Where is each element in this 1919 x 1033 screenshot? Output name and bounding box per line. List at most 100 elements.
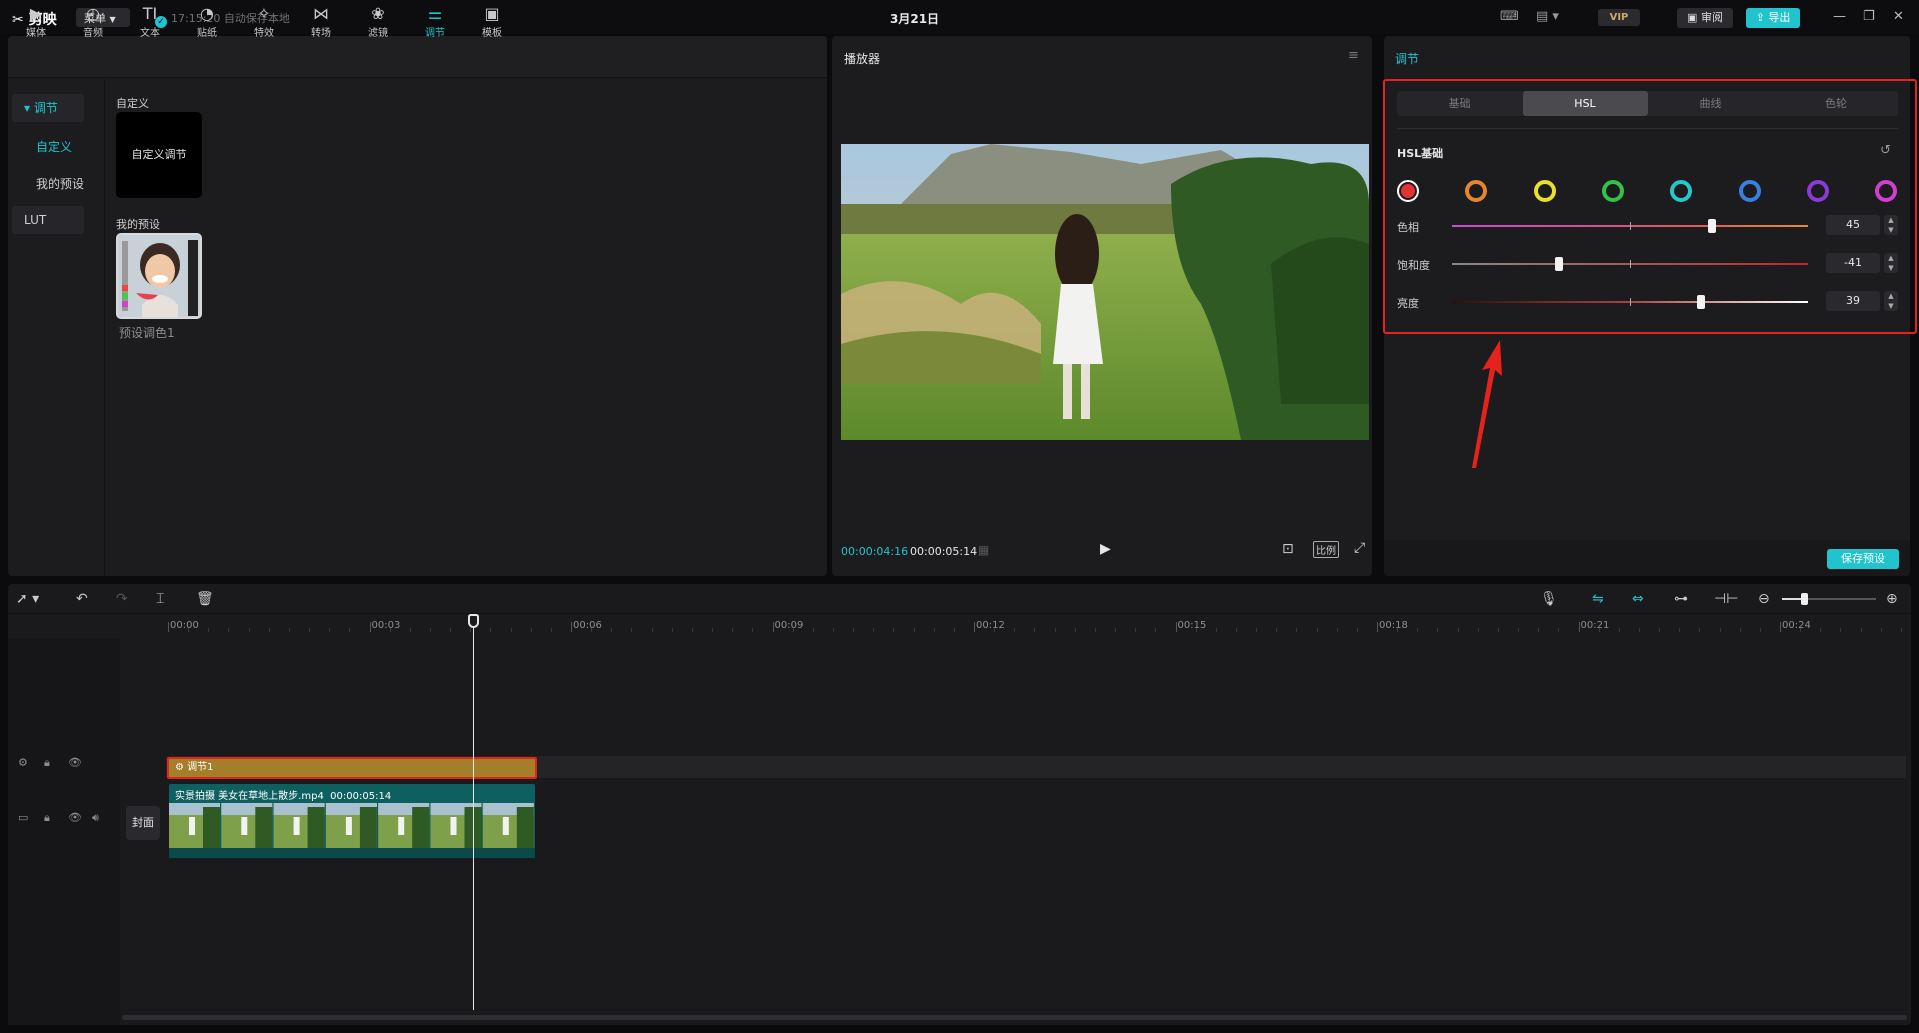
ruler-minor-tick bbox=[1155, 628, 1157, 632]
text-icon: TI bbox=[142, 4, 158, 23]
clip-frame bbox=[482, 803, 534, 848]
ruler-minor-tick bbox=[691, 628, 693, 632]
tool-template[interactable]: ▣ 模板 bbox=[469, 4, 515, 39]
lock-icon[interactable]: 🔒︎ bbox=[44, 811, 50, 825]
ruler-minor-tick bbox=[1195, 628, 1197, 632]
eye-icon[interactable]: 👁︎ bbox=[68, 811, 82, 824]
review-button[interactable]: ▣ 审阅 bbox=[1677, 8, 1733, 28]
clip-frame bbox=[273, 803, 325, 848]
ruler-minor-tick bbox=[510, 628, 512, 632]
ruler-label: 00:09 bbox=[774, 620, 804, 631]
custom-adjust-card[interactable]: 自定义调节 bbox=[116, 112, 202, 198]
eye-icon[interactable]: 👁︎ bbox=[68, 756, 82, 769]
ruler-minor-tick bbox=[208, 628, 210, 632]
ruler-minor-tick bbox=[309, 628, 311, 632]
sticker-icon: ◔ bbox=[200, 4, 214, 23]
keyboard-icon[interactable]: ⌨ bbox=[1500, 9, 1519, 24]
ruler-minor-tick bbox=[712, 628, 714, 632]
tool-adjust[interactable]: ⚌ 调节 bbox=[412, 4, 458, 39]
preview-axis-icon[interactable]: ⊣⊢ bbox=[1714, 591, 1738, 607]
ruler-minor-tick bbox=[832, 628, 834, 632]
ruler-minor-tick bbox=[1054, 628, 1056, 632]
ruler-label: 00:00 bbox=[170, 620, 199, 631]
project-title: 3月21日 bbox=[890, 12, 940, 26]
ruler-minor-tick bbox=[1235, 628, 1237, 632]
undo-icon[interactable]: ↶ bbox=[76, 591, 88, 607]
save-preset-button[interactable]: 保存预设 bbox=[1827, 549, 1899, 569]
nav-adjust-group[interactable]: ▾ 调节 bbox=[12, 94, 84, 122]
tool-filter[interactable]: ❀ 滤镜 bbox=[355, 4, 401, 39]
tool-transition[interactable]: ⋈ 转场 bbox=[298, 4, 344, 39]
ruler-label: 00:24 bbox=[1782, 620, 1811, 631]
ruler-minor-tick bbox=[1759, 628, 1761, 632]
nav-lut[interactable]: LUT bbox=[12, 206, 84, 234]
cover-button[interactable]: 封面 bbox=[126, 806, 160, 840]
ruler-minor-tick bbox=[873, 628, 875, 632]
expand-icon[interactable]: ⤢ bbox=[1354, 540, 1365, 556]
ruler-minor-tick bbox=[1719, 628, 1721, 632]
adjust-clip[interactable]: ⚙ 调节1 bbox=[167, 757, 537, 779]
hamburger-icon[interactable]: ≡ bbox=[1348, 48, 1359, 63]
playhead-line bbox=[473, 620, 474, 1010]
ruler-minor-tick bbox=[1477, 628, 1479, 632]
ratio-button[interactable]: 比例 bbox=[1313, 541, 1339, 558]
ruler-minor-tick bbox=[550, 628, 552, 632]
ruler-minor-tick bbox=[429, 628, 431, 632]
ruler-minor-tick bbox=[1115, 628, 1117, 632]
nav-custom[interactable]: 自定义 bbox=[36, 138, 72, 155]
link-icon[interactable]: ⊶ bbox=[1674, 591, 1688, 607]
ruler-label: 00:18 bbox=[1379, 620, 1408, 631]
close-icon[interactable]: ✕ bbox=[1893, 9, 1904, 24]
auto-snap-icon[interactable]: ⇔ bbox=[1632, 591, 1644, 607]
video-clip[interactable]: 实景拍摄 美女在草地上散步.mp4 00:00:05:14 bbox=[169, 784, 535, 858]
ruler-minor-tick bbox=[1356, 628, 1358, 632]
clip-frame bbox=[169, 803, 220, 848]
select-tool-icon[interactable]: ➚ ▾ bbox=[16, 591, 39, 607]
lock-icon[interactable]: 🔒︎ bbox=[44, 756, 50, 770]
ruler-minor-tick bbox=[1518, 628, 1520, 632]
tool-media[interactable]: ▶ 媒体 bbox=[13, 4, 59, 39]
delete-icon[interactable]: 🗑 bbox=[196, 591, 214, 607]
volume-icon[interactable]: 🔊︎ bbox=[92, 811, 99, 825]
ruler-minor-tick bbox=[409, 628, 411, 632]
category-toolbar bbox=[8, 36, 827, 78]
ruler-minor-tick bbox=[470, 628, 472, 632]
tool-label: 调节 bbox=[425, 28, 445, 39]
zoom-in-icon[interactable]: ⊕ bbox=[1886, 591, 1898, 607]
export-button[interactable]: ⇪ 导出 bbox=[1746, 8, 1800, 28]
minimize-icon[interactable]: — bbox=[1833, 9, 1846, 24]
tool-label: 滤镜 bbox=[368, 28, 388, 39]
fullscreen-preview-icon[interactable]: ⊡ bbox=[1282, 541, 1294, 557]
ruler-tick bbox=[1780, 622, 1781, 632]
tool-effects[interactable]: ✧ 特效 bbox=[241, 4, 287, 39]
player-title: 播放器 bbox=[844, 52, 881, 66]
custom-section-label: 自定义 bbox=[116, 97, 149, 110]
ruler-minor-tick bbox=[228, 628, 230, 632]
tool-sticker[interactable]: ◔ 贴纸 bbox=[184, 4, 230, 39]
play-icon[interactable]: ▶ bbox=[1100, 541, 1111, 557]
ruler-minor-tick bbox=[1397, 628, 1399, 632]
zoom-slider-knob[interactable] bbox=[1801, 593, 1808, 605]
ruler-minor-tick bbox=[732, 628, 734, 632]
clip-frame bbox=[221, 803, 273, 848]
upload-icon: ⇪ bbox=[1755, 11, 1765, 24]
redo-icon[interactable]: ↷ bbox=[116, 591, 128, 607]
tool-audio[interactable]: ◴ 音频 bbox=[70, 4, 116, 39]
restore-icon[interactable]: ❐ bbox=[1863, 9, 1875, 24]
transition-icon: ⋈ bbox=[313, 4, 329, 23]
tool-text[interactable]: TI 文本 bbox=[127, 4, 173, 39]
nav-my-presets[interactable]: 我的预设 bbox=[36, 175, 84, 192]
ruler-minor-tick bbox=[752, 628, 754, 632]
grid-icon[interactable]: ▦ bbox=[978, 543, 989, 557]
preset-thumbnail[interactable] bbox=[116, 233, 202, 319]
split-icon[interactable]: ⌶ bbox=[156, 591, 164, 607]
microphone-icon[interactable]: 🎙 bbox=[1540, 591, 1558, 607]
zoom-out-icon[interactable]: ⊖ bbox=[1758, 591, 1770, 607]
layout-icon[interactable]: ▤ ▾ bbox=[1536, 9, 1559, 24]
template-icon: ▣ bbox=[484, 4, 500, 23]
main-track-magnet-icon[interactable]: ⇋ bbox=[1592, 591, 1604, 607]
playhead[interactable] bbox=[468, 614, 479, 628]
video-preview[interactable] bbox=[841, 144, 1369, 440]
vip-badge[interactable]: VIP bbox=[1598, 9, 1640, 26]
timeline-scrollbar[interactable] bbox=[122, 1015, 1907, 1020]
